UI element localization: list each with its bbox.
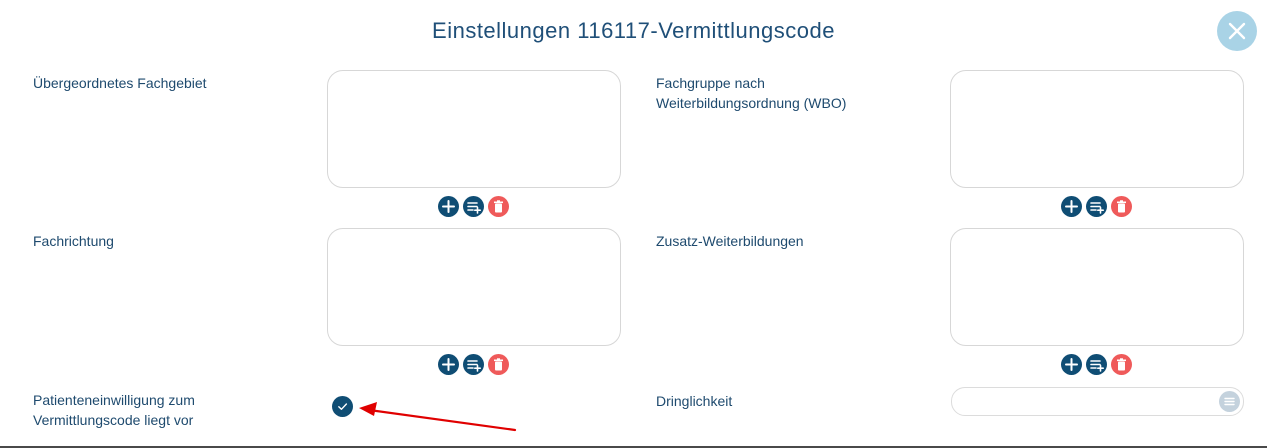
add-list-button[interactable] <box>1086 354 1107 375</box>
delete-button[interactable] <box>488 196 509 217</box>
trash-icon <box>1117 200 1126 213</box>
fachrichtung-label: Fachrichtung <box>33 233 114 249</box>
fachgruppe-wbo-label: Fachgruppe nach Weiterbildungsordnung (W… <box>656 73 846 113</box>
delete-button[interactable] <box>1111 354 1132 375</box>
uebergeordnetes-fachgebiet-list[interactable] <box>327 70 621 188</box>
fachgruppe-wbo-actions <box>1061 196 1133 218</box>
add-button[interactable] <box>1061 196 1082 217</box>
checkmark-icon <box>338 403 348 410</box>
uebergeordnetes-fachgebiet-label: Übergeordnetes Fachgebiet <box>33 75 207 91</box>
delete-button[interactable] <box>1111 196 1132 217</box>
fachgruppe-wbo-label-line2: Weiterbildungsordnung (WBO) <box>656 95 847 111</box>
patienteneinwilligung-label-line2: Vermittlungscode liegt vor <box>33 412 194 428</box>
plus-icon <box>442 358 455 371</box>
playlist-add-icon <box>1090 360 1104 372</box>
trash-icon <box>494 358 503 371</box>
add-list-button[interactable] <box>1086 196 1107 217</box>
fachrichtung-list[interactable] <box>327 228 621 346</box>
playlist-add-icon <box>467 360 481 372</box>
patienteneinwilligung-label: Patienteneinwilligung zum Vermittlungsco… <box>33 390 195 430</box>
fachgruppe-wbo-list[interactable] <box>950 70 1244 188</box>
add-button[interactable] <box>1061 354 1082 375</box>
plus-icon <box>1065 200 1078 213</box>
playlist-add-icon <box>467 202 481 214</box>
plus-icon <box>1065 358 1078 371</box>
close-button[interactable] <box>1217 11 1257 51</box>
annotation-arrow <box>359 402 517 432</box>
plus-icon <box>442 200 455 213</box>
add-list-button[interactable] <box>463 354 484 375</box>
uebergeordnetes-fachgebiet-actions <box>438 196 510 218</box>
playlist-add-icon <box>1090 202 1104 214</box>
dringlichkeit-select[interactable] <box>951 387 1244 416</box>
add-button[interactable] <box>438 354 459 375</box>
close-icon <box>1228 22 1246 40</box>
fachrichtung-actions <box>438 354 510 376</box>
zusatz-weiterbildungen-label: Zusatz-Weiterbildungen <box>656 233 804 249</box>
dringlichkeit-label: Dringlichkeit <box>656 393 733 409</box>
list-icon <box>1219 391 1240 412</box>
patienteneinwilligung-checkbox[interactable] <box>332 396 353 417</box>
trash-icon <box>494 200 503 213</box>
zusatz-weiterbildungen-list[interactable] <box>950 228 1244 346</box>
zusatz-weiterbildungen-actions <box>1061 354 1133 376</box>
trash-icon <box>1117 358 1126 371</box>
patienteneinwilligung-label-line1: Patienteneinwilligung zum <box>33 392 195 408</box>
delete-button[interactable] <box>488 354 509 375</box>
dialog-title: Einstellungen 116117-Vermittlungscode <box>432 18 835 43</box>
add-list-button[interactable] <box>463 196 484 217</box>
fachgruppe-wbo-label-line1: Fachgruppe nach <box>656 75 765 91</box>
add-button[interactable] <box>438 196 459 217</box>
